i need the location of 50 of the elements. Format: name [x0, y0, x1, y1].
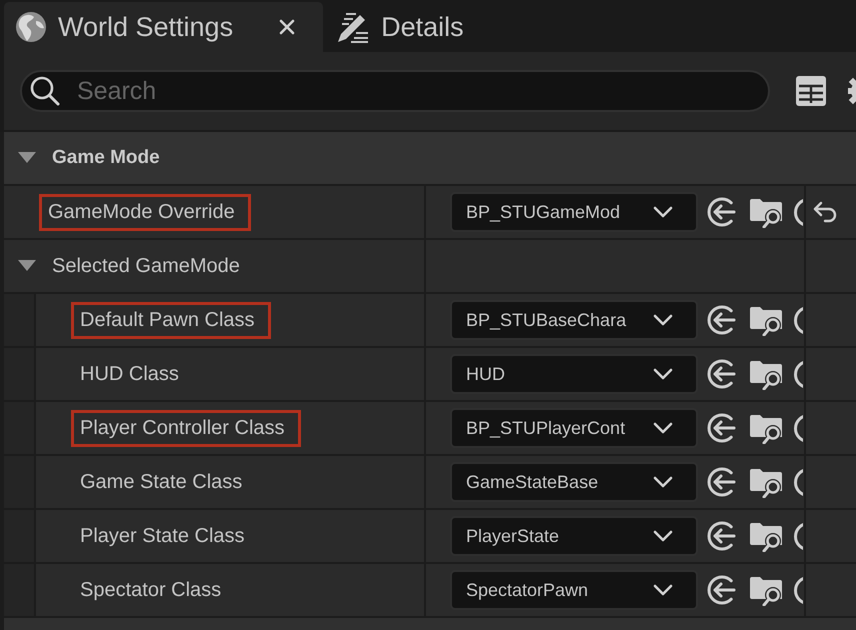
arrow-circle-icon[interactable]: [706, 466, 738, 498]
folder-search-icon[interactable]: [750, 466, 782, 498]
folder-search-icon[interactable]: [750, 520, 782, 552]
folder-search-icon[interactable]: [750, 304, 782, 336]
arrow-circle-icon[interactable]: [706, 574, 738, 606]
class-dropdown[interactable]: HUD: [450, 354, 698, 394]
property-label: HUD Class: [79, 362, 180, 386]
property-label: Spectator Class: [79, 578, 222, 602]
settings-icon[interactable]: [846, 76, 856, 106]
chevron-icon: [653, 476, 673, 488]
tab[interactable]: Details: [323, 2, 478, 52]
chevron-icon: [653, 530, 673, 542]
class-dropdown[interactable]: SpectatorPawn: [450, 570, 698, 610]
property-label: Player State Class: [79, 524, 246, 548]
tab[interactable]: World Settings: [4, 2, 324, 52]
arrow-circle-icon[interactable]: [706, 304, 738, 336]
class-dropdown[interactable]: BP_STUGameMod: [450, 192, 698, 232]
folder-search-icon[interactable]: [750, 574, 782, 606]
arrow-circle-icon[interactable]: [706, 358, 738, 390]
property-label: GameMode Override: [39, 194, 251, 230]
arrow-circle-icon[interactable]: [706, 412, 738, 444]
class-dropdown[interactable]: BP_STUBaseChara: [450, 300, 698, 340]
category-header[interactable]: Game Mode: [4, 132, 856, 184]
arrow-circle-icon[interactable]: [706, 520, 738, 552]
folder-search-icon[interactable]: [750, 358, 782, 390]
class-dropdown[interactable]: PlayerState: [450, 516, 698, 556]
table-icon[interactable]: [796, 76, 826, 106]
property-label: Player Controller Class: [71, 410, 301, 446]
property-label: Game State Class: [79, 470, 244, 494]
globe-icon: [16, 12, 46, 42]
search-icon: [30, 76, 60, 106]
close-icon[interactable]: [279, 19, 296, 35]
caret-icon[interactable]: [18, 152, 36, 164]
category-label: Game Mode: [52, 147, 160, 169]
property-label: Default Pawn Class: [71, 302, 271, 338]
class-dropdown[interactable]: BP_STUPlayerCont: [450, 408, 698, 448]
chevron-icon: [653, 368, 673, 380]
class-dropdown[interactable]: GameStateBase: [450, 462, 698, 502]
chevron-icon: [653, 206, 673, 218]
chevron-icon: [653, 422, 673, 434]
folder-search-icon[interactable]: [750, 196, 782, 228]
group-label: Selected GameMode: [52, 254, 240, 278]
chevron-icon: [653, 584, 673, 596]
chevron-icon: [653, 314, 673, 326]
undo-icon[interactable]: [813, 201, 837, 223]
caret-icon[interactable]: [18, 260, 36, 272]
folder-search-icon[interactable]: [750, 412, 782, 444]
pencil-icon: [337, 11, 370, 43]
search-field[interactable]: Search: [20, 70, 770, 112]
arrow-circle-icon[interactable]: [706, 196, 738, 228]
